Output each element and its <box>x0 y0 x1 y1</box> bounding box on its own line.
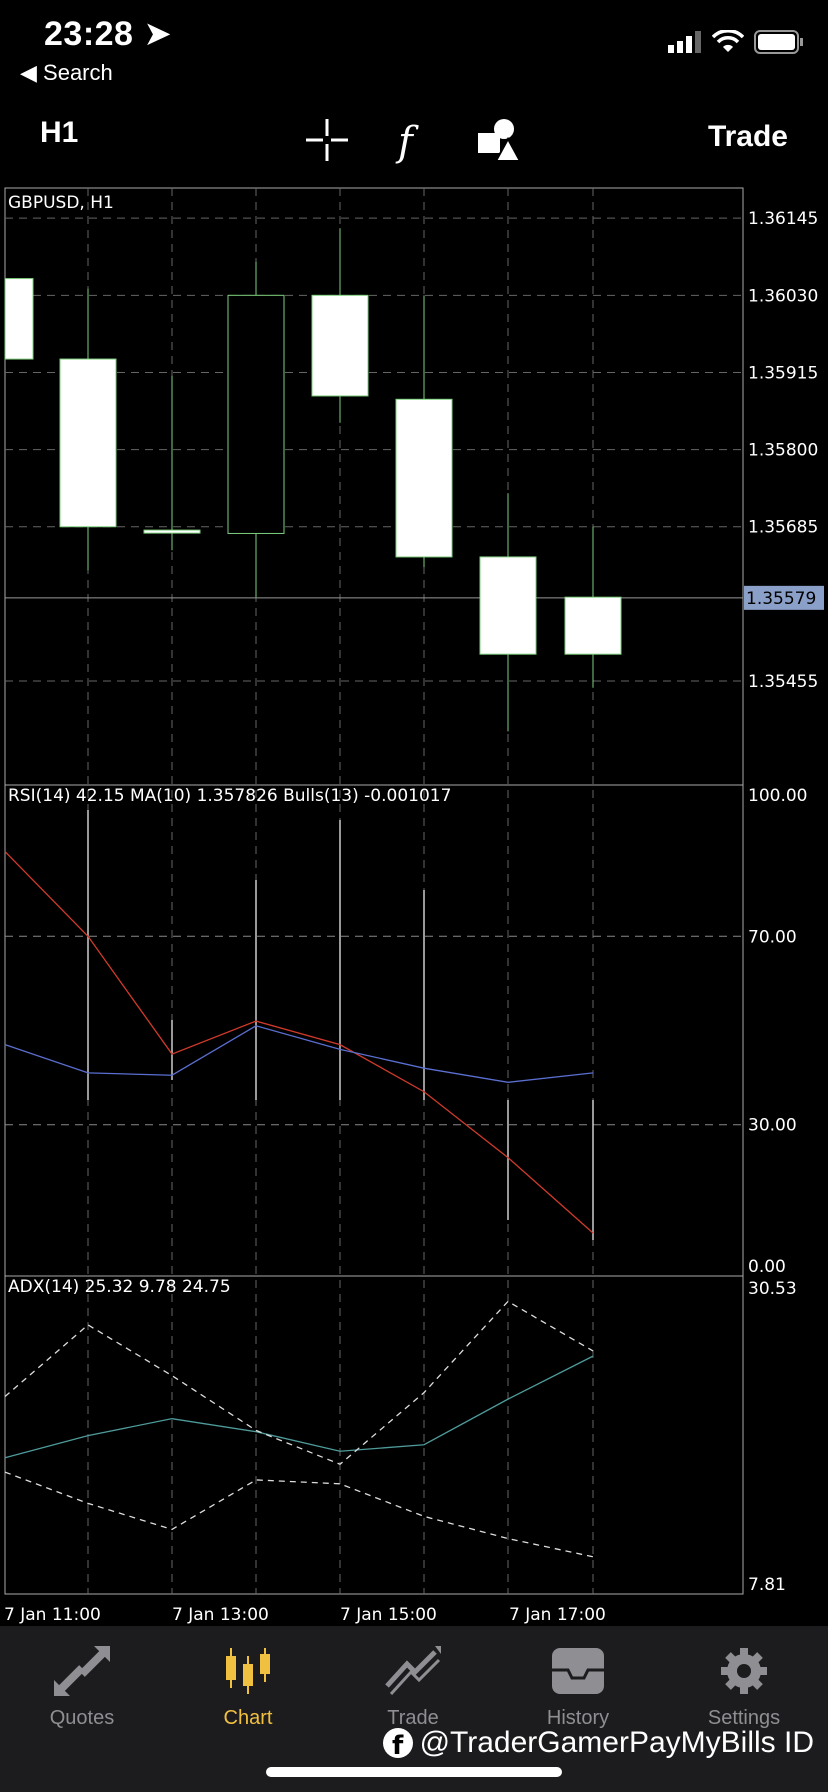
quotes-icon <box>54 1646 110 1696</box>
rsi-label: RSI(14) 42.15 MA(10) 1.357826 Bulls(13) … <box>8 786 451 806</box>
adx-tick-label: 7.81 <box>748 1575 786 1595</box>
price-tick-label: 1.36145 <box>748 209 818 229</box>
time-tick-label: 7 Jan 17:00 <box>509 1605 606 1625</box>
price-tick-label: 1.35915 <box>748 363 818 383</box>
candle-body <box>227 294 285 534</box>
trade-icon <box>385 1646 441 1696</box>
indicators-icon[interactable]: f <box>388 115 438 165</box>
trade-button[interactable]: Trade <box>708 120 788 154</box>
objects-icon[interactable] <box>474 115 524 165</box>
settings-icon <box>721 1648 767 1694</box>
wifi-icon <box>712 30 744 52</box>
rsi-series-line <box>4 1025 594 1083</box>
watermark: f @TraderGamerPayMyBills ID <box>382 1726 814 1760</box>
rsi-series-line <box>4 851 594 1234</box>
price-tick-label: 1.35455 <box>748 672 818 692</box>
adx-tick-label: 30.53 <box>748 1279 797 1299</box>
rsi-tick-label: 0.00 <box>748 1257 786 1277</box>
tab-chart[interactable]: Chart <box>188 1646 308 1730</box>
time-tick-label: 7 Jan 11:00 <box>4 1605 101 1625</box>
price-tick-label: 1.35800 <box>748 441 818 461</box>
history-icon <box>552 1648 604 1694</box>
svg-text:f: f <box>392 1731 404 1759</box>
location-arrow-icon: ➤ <box>143 15 173 53</box>
current-price-label: 1.35579 <box>746 589 816 609</box>
timeframe-button[interactable]: H1 <box>40 116 78 150</box>
candle-body <box>59 358 117 528</box>
battery-icon <box>754 30 803 54</box>
svg-text:f: f <box>395 119 419 165</box>
candle-body <box>143 529 201 534</box>
rsi-tick-label: 100.00 <box>748 786 807 806</box>
candle-body <box>4 278 34 360</box>
price-tick-label: 1.35685 <box>748 518 818 538</box>
time-tick-label: 7 Jan 15:00 <box>340 1605 437 1625</box>
adx-series-line <box>4 1300 594 1466</box>
time-tick-label: 7 Jan 13:00 <box>172 1605 269 1625</box>
tab-history[interactable]: History <box>518 1646 638 1730</box>
adx-series-line <box>4 1471 594 1558</box>
candle-body <box>311 294 369 397</box>
home-indicator <box>266 1767 562 1777</box>
signal-icon <box>668 31 701 53</box>
candle-body <box>395 398 453 558</box>
price-chart[interactable]: 1.36145 1.36030 1.35915 1.35800 1.35685 1.354… <box>0 180 828 1626</box>
status-icons <box>668 30 804 54</box>
candles <box>4 228 622 732</box>
adx-label: ADX(14) 25.32 9.78 24.75 <box>8 1277 231 1297</box>
price-tick-label: 1.36030 <box>748 286 818 306</box>
symbol-label: GBPUSD, H1 <box>8 193 114 213</box>
tab-quotes[interactable]: Quotes <box>22 1646 142 1730</box>
indicator-lines <box>4 810 594 1558</box>
chart-icon <box>226 1648 270 1694</box>
rsi-tick-label: 30.00 <box>748 1116 797 1136</box>
back-to-search-link[interactable]: ◀ Search <box>20 60 113 86</box>
adx-series-line <box>4 1355 594 1459</box>
facebook-icon: f <box>382 1728 413 1759</box>
candle-body <box>564 596 622 655</box>
rsi-tick-label: 70.00 <box>748 927 797 947</box>
status-time: 23:28 ➤ <box>44 15 173 53</box>
candle-body <box>479 556 537 655</box>
crosshair-icon[interactable] <box>302 115 352 165</box>
tab-settings[interactable]: Settings <box>684 1646 804 1730</box>
tab-trade[interactable]: Trade <box>353 1646 473 1730</box>
